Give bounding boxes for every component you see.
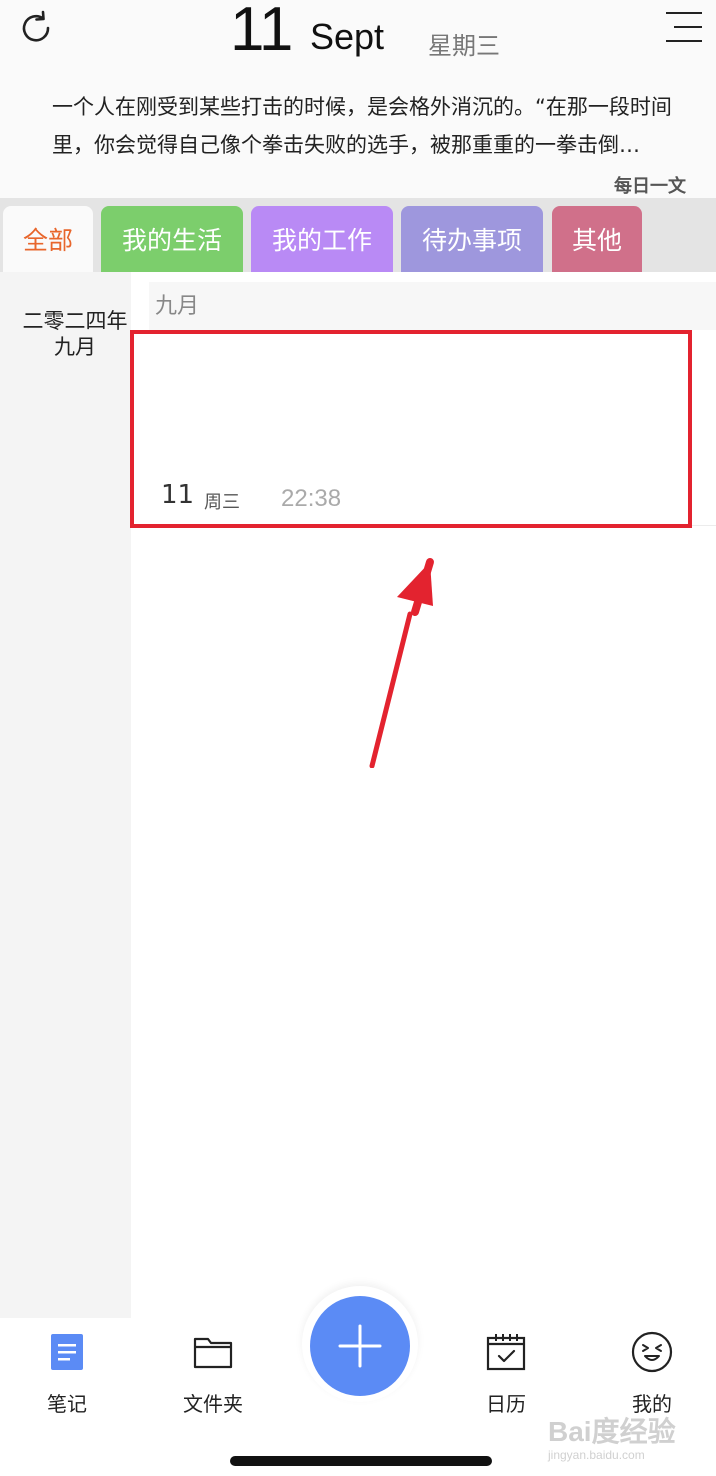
tab-todo[interactable]: 待办事项	[401, 206, 543, 272]
nav-label: 日历	[486, 1392, 526, 1416]
month-section-header: 九月	[149, 282, 716, 330]
daily-quote-source: 每日一文	[614, 176, 686, 197]
calendar-icon	[484, 1330, 528, 1374]
face-icon	[630, 1330, 674, 1374]
month-label: 九月	[54, 335, 96, 359]
menu-icon-line	[674, 26, 702, 28]
tab-my-life[interactable]: 我的生活	[101, 206, 243, 272]
plus-icon	[338, 1324, 382, 1368]
notes-list: 九月 11 周三 22:38	[131, 272, 716, 1318]
baidu-watermark: Bai度经验 jingyan.baidu.com	[548, 1410, 688, 1466]
year-month-label: 二零二四年 九月	[0, 308, 150, 360]
category-tabs: 全部 我的生活 我的工作 待办事项 其他	[0, 198, 716, 272]
note-document-icon	[45, 1330, 89, 1374]
home-indicator[interactable]	[230, 1456, 492, 1466]
tab-all[interactable]: 全部	[3, 206, 93, 272]
refresh-icon	[22, 10, 50, 42]
nav-label: 笔记	[47, 1392, 87, 1416]
tab-my-work[interactable]: 我的工作	[251, 206, 393, 272]
refresh-button[interactable]	[16, 8, 56, 48]
note-weekday: 周三	[204, 492, 240, 513]
watermark-sub: jingyan.baidu.com	[548, 1448, 645, 1462]
add-note-button[interactable]	[310, 1296, 410, 1396]
nav-notes[interactable]: 笔记	[17, 1330, 117, 1420]
year-label: 二零二四年	[22, 309, 128, 333]
menu-icon-line	[666, 40, 702, 42]
note-time: 22:38	[281, 485, 342, 512]
menu-icon-line	[666, 12, 702, 14]
nav-profile[interactable]: 我的	[602, 1330, 702, 1420]
nav-calendar[interactable]: 日历	[456, 1330, 556, 1420]
watermark-main: Bai度经验	[548, 1416, 676, 1447]
header-month: Sept	[310, 16, 385, 57]
daily-quote[interactable]: 一个人在刚受到某些打击的时候，是会格外消沉的。“在那一段时间里，你会觉得自己像个…	[52, 88, 692, 164]
date-sidebar: 二零二四年 九月	[0, 272, 131, 1318]
note-item[interactable]: 11 周三 22:38	[131, 330, 716, 526]
folder-icon	[191, 1330, 235, 1374]
annotation-arrow-icon	[369, 558, 434, 768]
header: 11 Sept 星期三 一个人在刚受到某些打击的时候，是会格外消沉的。“在那一段…	[0, 0, 716, 198]
note-day: 11	[161, 480, 195, 510]
header-weekday: 星期三	[428, 32, 500, 60]
nav-label: 文件夹	[183, 1392, 243, 1416]
header-day: 11	[230, 0, 293, 64]
menu-button[interactable]	[664, 8, 704, 48]
nav-folders[interactable]: 文件夹	[163, 1330, 263, 1420]
tab-other[interactable]: 其他	[552, 206, 642, 272]
